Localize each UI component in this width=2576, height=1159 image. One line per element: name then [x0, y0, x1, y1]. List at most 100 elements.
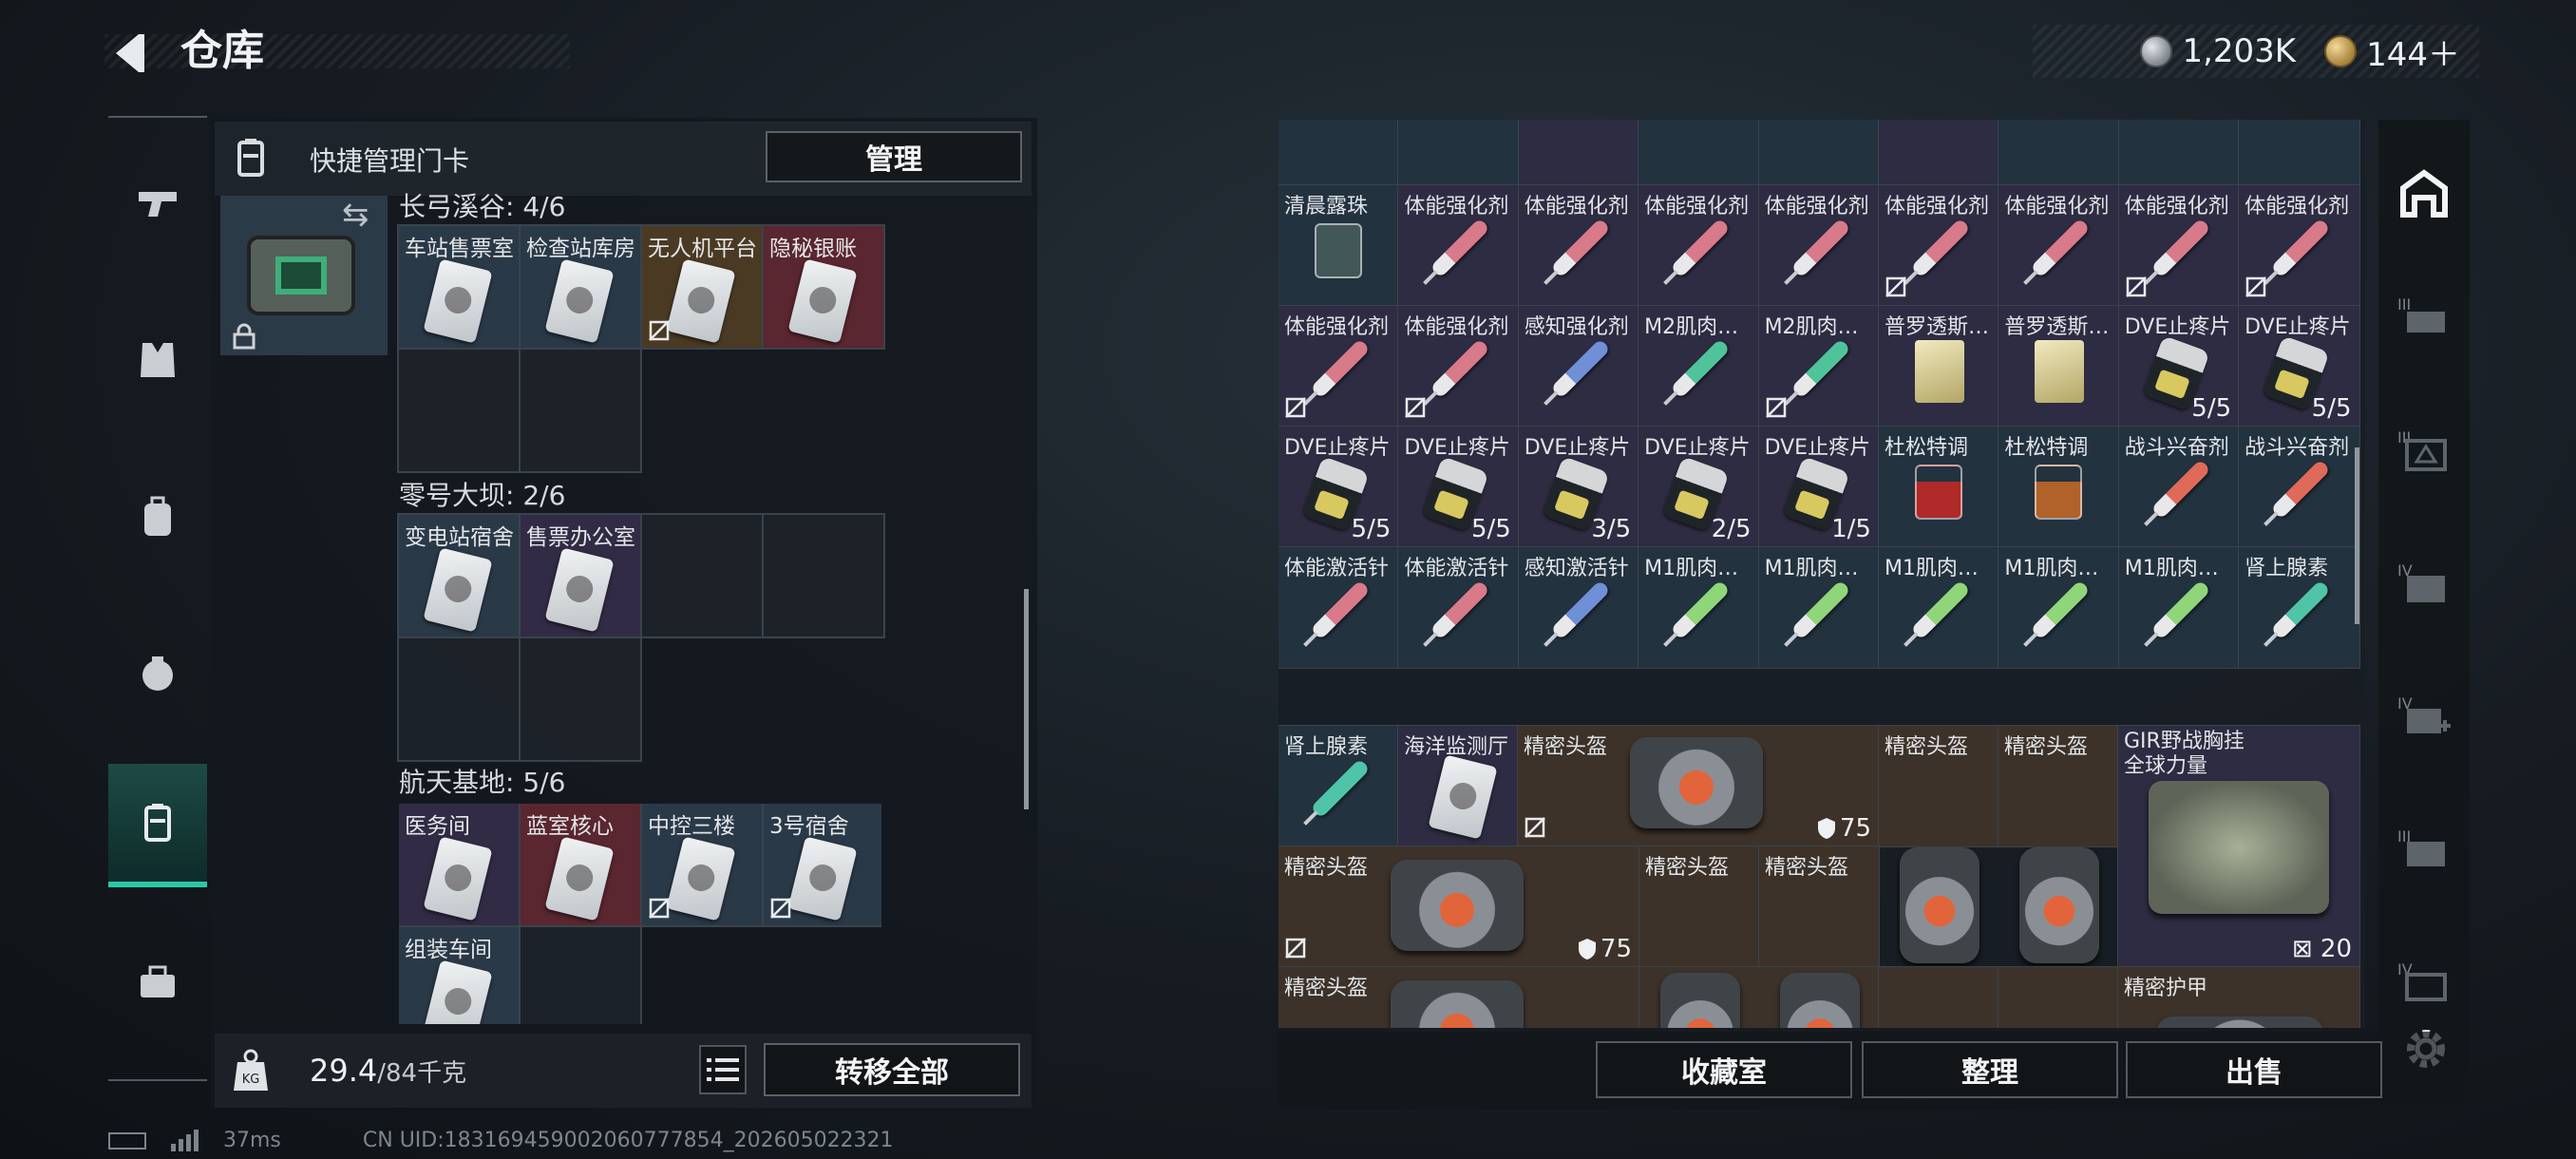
- inventory-item[interactable]: 精密护甲: [2117, 966, 2360, 1028]
- inventory-item[interactable]: M1肌肉…: [2117, 546, 2241, 669]
- keycard-slot[interactable]: 组装车间: [399, 925, 521, 1024]
- inventory-item[interactable]: 杜松特调: [1877, 426, 2000, 548]
- inventory-item[interactable]: 体能强化剂: [1877, 184, 2000, 307]
- inventory-item[interactable]: M2肌肉…: [1757, 305, 1880, 428]
- keycard-slot[interactable]: 无人机平台: [640, 224, 764, 350]
- inventory-item[interactable]: DVE止疼片 5/5: [2238, 305, 2360, 428]
- keycard-slot[interactable]: 蓝室核心: [519, 804, 642, 927]
- keycard-slot[interactable]: 车站售票室: [397, 224, 521, 350]
- nav-tools[interactable]: [108, 921, 207, 1044]
- inventory-item[interactable]: [1638, 966, 1880, 1028]
- inventory-item[interactable]: 精密头盔 75: [1279, 846, 1640, 968]
- inventory-item[interactable]: 精密头盔 75: [1279, 966, 1640, 1028]
- inventory-item[interactable]: 体能强化剂: [2238, 184, 2360, 307]
- list-view-button[interactable]: [699, 1045, 747, 1094]
- inventory-item[interactable]: 普罗透斯…: [1998, 305, 2120, 428]
- inventory-item[interactable]: M1肌肉…: [1757, 546, 1880, 669]
- inventory-item[interactable]: 体能强化剂: [1397, 305, 1520, 428]
- empty-keycard-slot[interactable]: [397, 348, 521, 473]
- inventory-item[interactable]: M2肌肉…: [1638, 305, 1760, 428]
- inventory-item[interactable]: 普罗透斯…: [1877, 305, 2000, 428]
- inventory-item[interactable]: DVE止疼片 5/5: [1397, 426, 1520, 548]
- keycard-slot[interactable]: 检查站库房: [519, 224, 642, 350]
- inventory-item[interactable]: [1877, 120, 2000, 186]
- inventory-item[interactable]: 体能强化剂: [1638, 184, 1760, 307]
- inventory-item[interactable]: 精密头盔: [1758, 846, 1880, 968]
- nav-chest-rig[interactable]: [108, 612, 207, 735]
- inventory-scrollbar[interactable]: [2355, 447, 2359, 624]
- empty-keycard-slot[interactable]: [397, 636, 521, 762]
- manage-button[interactable]: 管理: [766, 131, 1022, 182]
- nav-backpack[interactable]: [108, 455, 207, 579]
- inventory-item[interactable]: DVE止疼片 5/5: [1279, 426, 1400, 548]
- transfer-all-button[interactable]: 转移全部: [764, 1043, 1020, 1096]
- tab-tier4-key[interactable]: IV: [2378, 927, 2470, 1037]
- inventory-item[interactable]: [1998, 120, 2120, 186]
- keycard-slot[interactable]: 售票办公室: [519, 513, 642, 638]
- inventory-item[interactable]: M1肌肉…: [1638, 546, 1760, 669]
- empty-keycard-slot[interactable]: [519, 348, 642, 473]
- sell-button[interactable]: 出售: [2126, 1041, 2382, 1098]
- collection-room-button[interactable]: 收藏室: [1596, 1041, 1852, 1098]
- inventory-item[interactable]: [1757, 120, 1880, 186]
- inventory-item[interactable]: 精密头盔: [1638, 846, 1760, 968]
- keycard-slot[interactable]: 中控三楼: [640, 804, 764, 927]
- inventory-item[interactable]: M1肌肉…: [1877, 546, 2000, 669]
- keycard-slot[interactable]: 变电站宿舍: [397, 513, 521, 638]
- nav-armor[interactable]: [108, 298, 207, 422]
- inventory-item[interactable]: [1279, 120, 1400, 186]
- empty-keycard-slot[interactable]: [519, 925, 642, 1024]
- nav-keycards[interactable]: [108, 764, 207, 887]
- silver-currency[interactable]: 1,203K: [2140, 32, 2296, 70]
- inventory-item[interactable]: 体能激活针: [1397, 546, 1520, 669]
- inventory-item[interactable]: 体能激活针: [1279, 546, 1400, 669]
- inventory-item[interactable]: DVE止疼片 3/5: [1517, 426, 1640, 548]
- tab-tier4-med[interactable]: IV: [2378, 661, 2470, 771]
- keycard-slot[interactable]: 医务间: [399, 804, 521, 927]
- keycard-slot[interactable]: 隐秘银账: [762, 224, 885, 350]
- inventory-item[interactable]: 75: [1878, 966, 1999, 1028]
- inventory-item[interactable]: 体能强化剂: [1397, 184, 1520, 307]
- empty-keycard-slot[interactable]: [519, 636, 642, 762]
- inventory-item[interactable]: 感知激活针: [1517, 546, 1640, 669]
- empty-keycard-slot[interactable]: [762, 513, 885, 638]
- inventory-item[interactable]: 体能强化剂: [2117, 184, 2241, 307]
- tab-tier4-folder[interactable]: IV: [2378, 528, 2470, 638]
- inventory-item[interactable]: DVE止疼片 2/5: [1638, 426, 1760, 548]
- inventory-item[interactable]: 精密头盔 75: [1517, 725, 1880, 847]
- inventory-item[interactable]: 体能强化剂: [1998, 184, 2120, 307]
- swap-icon[interactable]: ⇆: [342, 196, 369, 234]
- inventory-item[interactable]: 体能强化剂: [1757, 184, 1880, 307]
- inventory-item[interactable]: [2238, 120, 2360, 186]
- gold-currency[interactable]: 144＋: [2324, 28, 2460, 75]
- inventory-item[interactable]: 战斗兴奋剂: [2117, 426, 2241, 548]
- inventory-item[interactable]: 感知强化剂: [1517, 305, 1640, 428]
- inventory-item[interactable]: GIR野战胸挂 全球力量 ⊠ 20: [2117, 725, 2360, 968]
- inventory-item[interactable]: M1肌肉…: [1998, 546, 2120, 669]
- inventory-item[interactable]: 体能强化剂: [1279, 305, 1400, 428]
- inventory-item[interactable]: 肾上腺素: [1279, 725, 1399, 847]
- keycard-scrollbar[interactable]: [1024, 589, 1029, 809]
- sort-button[interactable]: 整理: [1862, 1041, 2118, 1098]
- inventory-item[interactable]: 杜松特调: [1998, 426, 2120, 548]
- inventory-item[interactable]: [1517, 120, 1640, 186]
- nav-weapons[interactable]: [108, 142, 207, 265]
- inventory-item[interactable]: 体能强化剂: [1517, 184, 1640, 307]
- inventory-item[interactable]: [2117, 120, 2241, 186]
- inventory-item[interactable]: 清晨露珠: [1279, 184, 1400, 307]
- inventory-item[interactable]: [1638, 120, 1760, 186]
- back-arrow-icon[interactable]: [106, 25, 163, 82]
- inventory-item[interactable]: 肾上腺素: [2238, 546, 2360, 669]
- inventory-item[interactable]: DVE止疼片 5/5: [2117, 305, 2241, 428]
- inventory-item[interactable]: DVE止疼片 1/5: [1757, 426, 1880, 548]
- empty-keycard-slot[interactable]: [640, 513, 764, 638]
- keycard-slot[interactable]: 3号宿舍: [762, 804, 881, 927]
- inventory-item[interactable]: [1397, 120, 1520, 186]
- inventory-item[interactable]: 75: [1998, 966, 2119, 1028]
- inventory-item[interactable]: 海洋监测厅: [1397, 725, 1519, 847]
- tab-stash[interactable]: [2378, 139, 2470, 249]
- tab-tier3-case[interactable]: III: [2378, 262, 2470, 372]
- inventory-item[interactable]: 战斗兴奋剂: [2238, 426, 2360, 548]
- tab-tier3-ammo[interactable]: III: [2378, 794, 2470, 904]
- tab-tier3-box[interactable]: III: [2378, 395, 2470, 505]
